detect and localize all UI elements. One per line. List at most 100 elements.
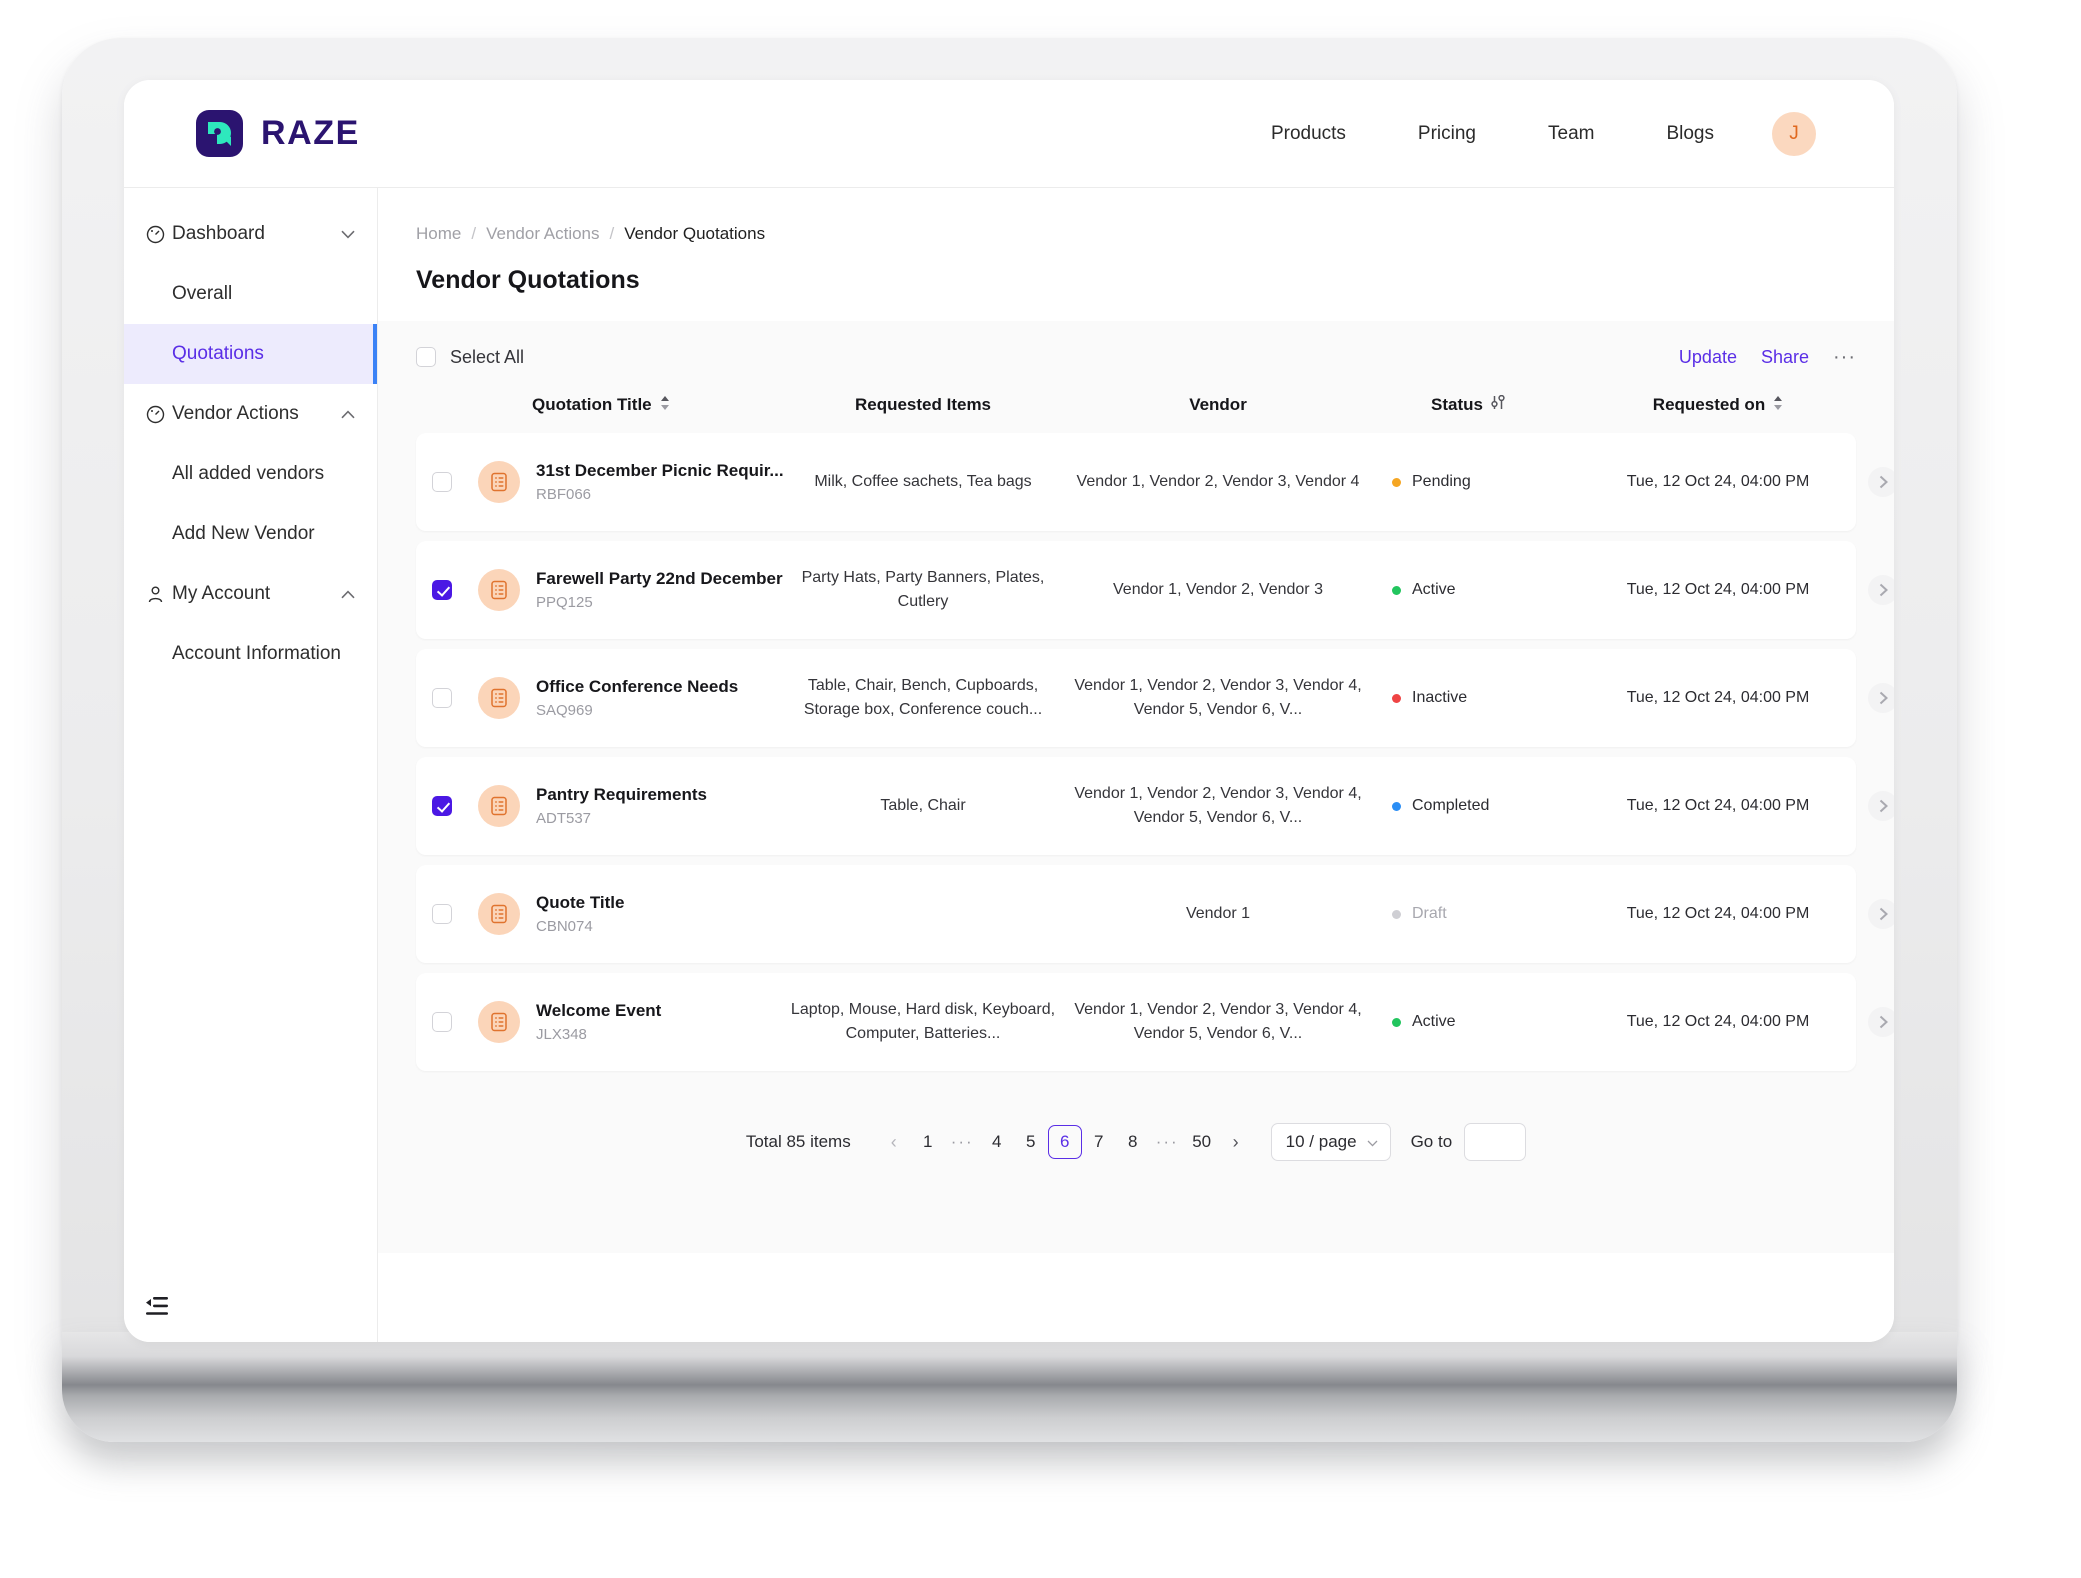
select-all-label[interactable]: Select All: [450, 347, 524, 368]
table-row[interactable]: Welcome Event JLX348 Laptop, Mouse, Hard d…: [416, 973, 1894, 1071]
chevron-up-icon[interactable]: [341, 403, 355, 425]
chevron-down-icon[interactable]: [341, 223, 355, 245]
pagination-page-6[interactable]: 6: [1047, 1125, 1082, 1159]
more-options-button[interactable]: ···: [1833, 347, 1856, 367]
breadcrumb-vendor-actions[interactable]: Vendor Actions: [486, 224, 599, 244]
cell-quotation-title: Quote Title CBN074: [478, 893, 778, 935]
pagination-page-4[interactable]: 4: [980, 1125, 1014, 1159]
chevron-up-icon[interactable]: [341, 583, 355, 605]
cell-requested-on: Tue, 12 Oct 24, 04:00 PM: [1626, 797, 1810, 814]
row-checkbox[interactable]: [432, 1012, 452, 1032]
brand-logo[interactable]: RAZE: [196, 110, 360, 157]
row-checkbox[interactable]: [432, 580, 452, 600]
table-row[interactable]: Office Conference Needs SAQ969 Table, Chai…: [416, 649, 1894, 747]
pagination-page-list: 1 ··· 4 5 6 7 8 ··· 50: [911, 1125, 1219, 1159]
pagination-page-50[interactable]: 50: [1185, 1125, 1219, 1159]
pagination-next-button[interactable]: ›: [1219, 1125, 1253, 1159]
cell-status: Pending: [1368, 473, 1568, 491]
chevron-down-icon: [1367, 1132, 1378, 1152]
breadcrumb-home[interactable]: Home: [416, 224, 461, 244]
column-header-quotation-title[interactable]: Quotation Title: [478, 395, 778, 415]
page-size-label: 10 / page: [1285, 1132, 1357, 1151]
page-size-select[interactable]: 10 / page: [1270, 1123, 1391, 1161]
sidebar-item-list: Dashboard Overall Quotations Vendor Actions…: [124, 204, 377, 684]
column-header-status[interactable]: Status: [1368, 394, 1568, 415]
pagination-prev-button[interactable]: ‹: [877, 1125, 911, 1159]
quotation-code: CBN074: [536, 918, 593, 935]
sidebar-item-label: All added vendors: [172, 463, 325, 484]
share-button[interactable]: Share: [1761, 347, 1809, 368]
quotation-doc-icon: [478, 893, 520, 935]
avatar[interactable]: J: [1772, 111, 1816, 156]
sort-icon[interactable]: [660, 395, 670, 415]
cell-quotation-title: Welcome Event JLX348: [478, 1001, 778, 1043]
row-checkbox[interactable]: [432, 904, 452, 924]
app-window: RAZE Products Pricing Team Blogs J Dashb…: [124, 80, 1894, 1342]
pagination-page-7[interactable]: 7: [1082, 1125, 1116, 1159]
nav-link-team[interactable]: Team: [1512, 123, 1630, 145]
row-open-chevron-icon[interactable]: [1868, 575, 1894, 605]
sort-icon[interactable]: [1773, 395, 1783, 415]
sidebar-item-dashboard[interactable]: Dashboard: [124, 204, 377, 264]
update-button[interactable]: Update: [1679, 347, 1737, 368]
cell-status: Active: [1368, 581, 1568, 599]
status-label: Completed: [1412, 797, 1490, 814]
sidebar-item-label: Add New Vendor: [172, 523, 315, 544]
quotation-doc-icon: [478, 1001, 520, 1043]
row-checkbox[interactable]: [432, 796, 452, 816]
pagination-ellipsis: ···: [950, 1132, 974, 1151]
sidebar-item-my-account[interactable]: My Account: [124, 564, 377, 624]
column-header-vendor: Vendor: [1189, 395, 1247, 414]
sidebar-item-vendor-actions[interactable]: Vendor Actions: [124, 384, 377, 444]
row-checkbox[interactable]: [432, 472, 452, 492]
table-row[interactable]: 31st December Picnic Requir... RBF066 Milk…: [416, 433, 1894, 531]
column-header-requested-on[interactable]: Requested on: [1568, 395, 1868, 415]
collapse-sidebar-icon[interactable]: [146, 1297, 168, 1320]
quotation-title: Quote Title: [536, 893, 625, 912]
sidebar-item-overall[interactable]: Overall: [124, 264, 377, 324]
quotation-doc-icon: [478, 677, 520, 719]
sidebar: Dashboard Overall Quotations Vendor Actions…: [124, 188, 378, 1342]
cell-requested-on: Tue, 12 Oct 24, 04:00 PM: [1626, 905, 1810, 922]
device-base: [62, 1332, 1957, 1442]
cell-requested-items: Party Hats, Party Banners, Plates, Cutle…: [801, 569, 1045, 610]
quotation-doc-icon: [478, 461, 520, 503]
sidebar-item-account-information[interactable]: Account Information: [124, 624, 377, 684]
table-row[interactable]: Quote Title CBN074 Vendor 1 Draft Tue, 12 Oc…: [416, 865, 1894, 963]
quotation-code: JLX348: [536, 1026, 587, 1043]
pagination-page-5[interactable]: 5: [1014, 1125, 1048, 1159]
nav-link-blogs[interactable]: Blogs: [1630, 123, 1750, 145]
status-dot: [1392, 801, 1401, 811]
pagination-page-1[interactable]: 1: [911, 1125, 945, 1159]
sidebar-item-add-new-vendor[interactable]: Add New Vendor: [124, 504, 377, 564]
pagination-page-8[interactable]: 8: [1116, 1125, 1150, 1159]
nav-link-products[interactable]: Products: [1235, 123, 1382, 145]
filter-icon[interactable]: [1491, 394, 1505, 415]
sidebar-item-all-added-vendors[interactable]: All added vendors: [124, 444, 377, 504]
total-items-label: Total 85 items: [745, 1132, 851, 1151]
table-row[interactable]: Pantry Requirements ADT537 Table, Chair Ven…: [416, 757, 1894, 855]
cell-vendor: Vendor 1, Vendor 2, Vendor 3, Vendor 4, …: [1074, 1001, 1362, 1042]
row-open-chevron-icon[interactable]: [1868, 1007, 1894, 1037]
row-open-chevron-icon[interactable]: [1868, 467, 1894, 497]
app-body: Dashboard Overall Quotations Vendor Actions…: [124, 188, 1894, 1342]
select-all-checkbox[interactable]: [416, 347, 436, 367]
row-open-chevron-icon[interactable]: [1868, 899, 1894, 929]
page-title: Vendor Quotations: [416, 266, 640, 294]
cell-requested-on: Tue, 12 Oct 24, 04:00 PM: [1626, 581, 1810, 598]
pagination-ellipsis: ···: [1155, 1132, 1179, 1151]
person-icon: [146, 585, 172, 604]
row-checkbox[interactable]: [432, 688, 452, 708]
status-label: Active: [1412, 1013, 1456, 1030]
row-open-chevron-icon[interactable]: [1868, 791, 1894, 821]
sidebar-item-quotations[interactable]: Quotations: [124, 324, 377, 384]
cell-requested-items: Table, Chair: [880, 797, 966, 814]
table-row[interactable]: Farewell Party 22nd December PPQ125 Party …: [416, 541, 1894, 639]
nav-link-pricing[interactable]: Pricing: [1382, 123, 1512, 145]
goto-page-input[interactable]: [1464, 1123, 1527, 1161]
cell-vendor: Vendor 1, Vendor 2, Vendor 3: [1113, 581, 1323, 598]
table-header: Quotation Title Requested Items Vendor S…: [416, 383, 1856, 433]
table-toolbar: Select All Update Share ···: [416, 321, 1856, 383]
row-open-chevron-icon[interactable]: [1868, 683, 1894, 713]
cell-requested-on: Tue, 12 Oct 24, 04:00 PM: [1626, 473, 1810, 490]
